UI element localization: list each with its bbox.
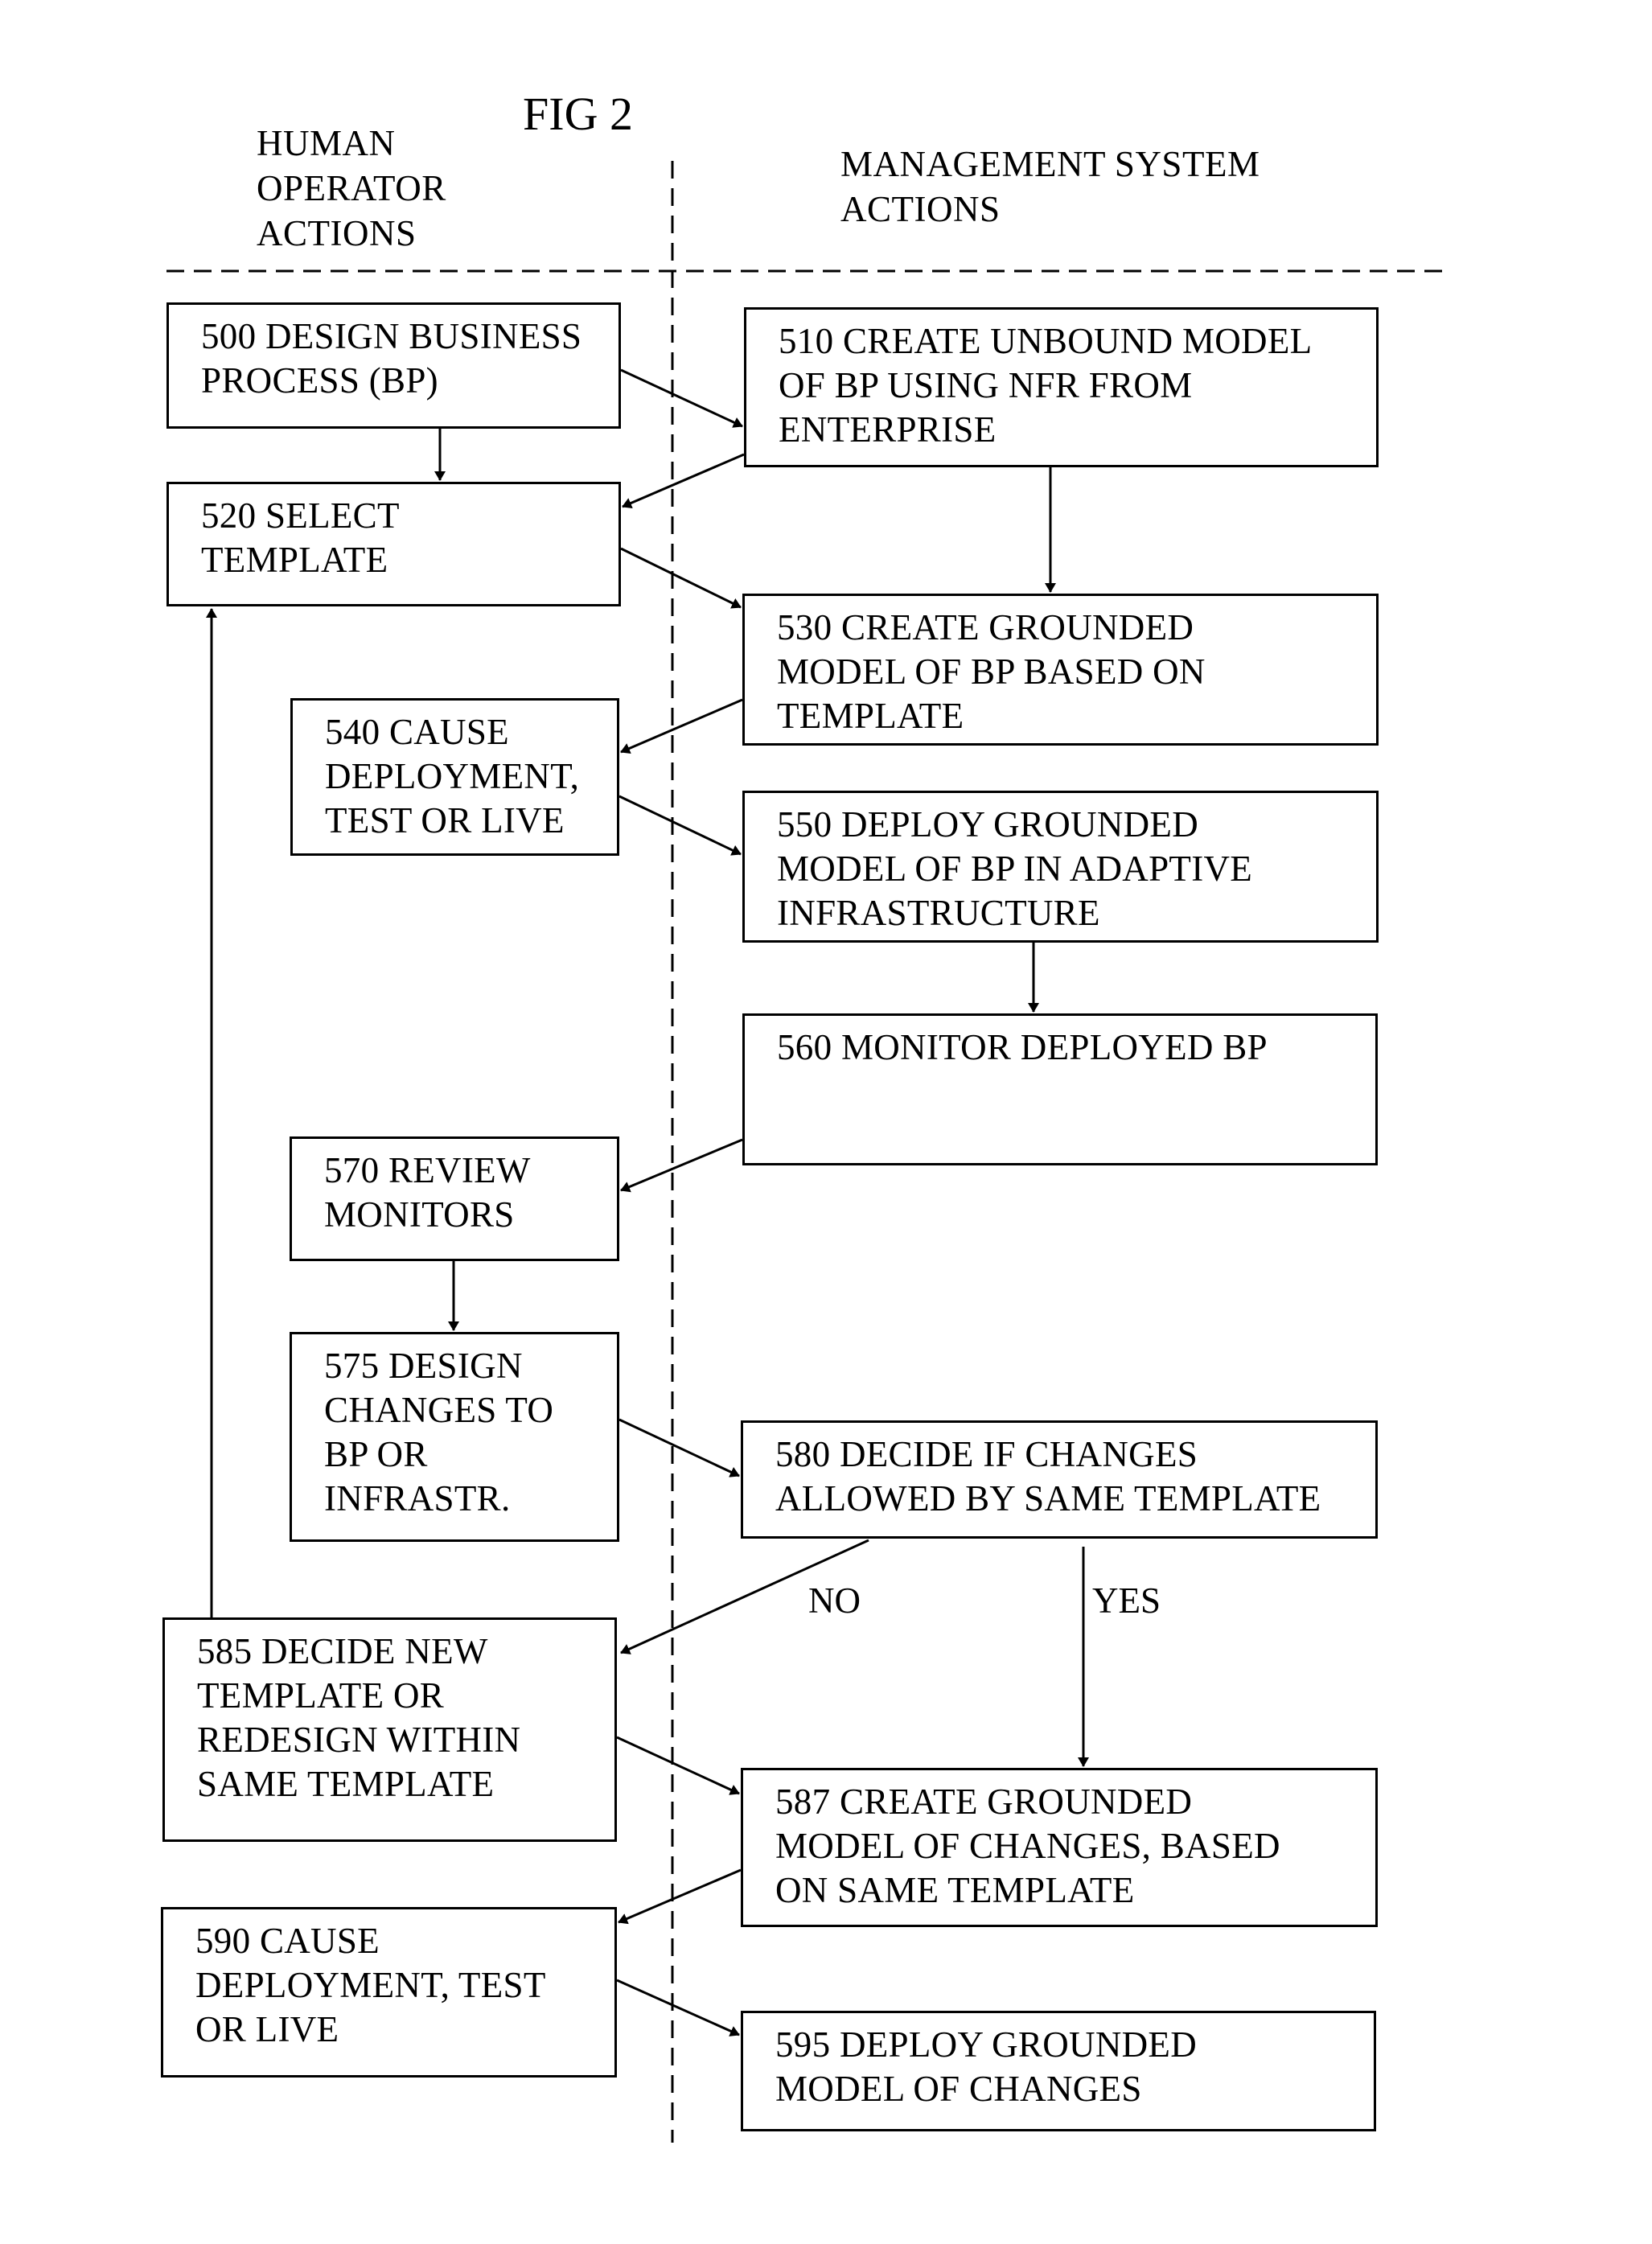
process-box-595: 595 DEPLOY GROUNDED MODEL OF CHANGES: [741, 2011, 1376, 2131]
process-box-label: 540 CAUSE DEPLOYMENT, TEST OR LIVE: [325, 712, 580, 840]
process-box-label: 595 DEPLOY GROUNDED MODEL OF CHANGES: [775, 2024, 1198, 2109]
arrow-500-to-510: [620, 368, 743, 428]
process-box-label: 585 DECIDE NEW TEMPLATE OR REDESIGN WITH…: [197, 1631, 521, 1804]
process-box-label: 590 CAUSE DEPLOYMENT, TEST OR LIVE: [195, 1921, 546, 2049]
process-box-label: 520 SELECT TEMPLATE: [201, 495, 400, 580]
process-box-520: 520 SELECT TEMPLATE: [166, 482, 621, 606]
process-box-label: 580 DECIDE IF CHANGES ALLOWED BY SAME TE…: [775, 1434, 1321, 1519]
process-box-585: 585 DECIDE NEW TEMPLATE OR REDESIGN WITH…: [162, 1617, 617, 1842]
arrow-585-to-587: [616, 1736, 740, 1795]
process-box-587: 587 CREATE GROUNDED MODEL OF CHANGES, BA…: [741, 1768, 1378, 1927]
process-box-580: 580 DECIDE IF CHANGES ALLOWED BY SAME TE…: [741, 1420, 1378, 1539]
arrow-560-to-570: [620, 1138, 743, 1193]
process-box-label: 500 DESIGN BUSINESS PROCESS (BP): [201, 316, 582, 401]
process-box-530: 530 CREATE GROUNDED MODEL OF BP BASED ON…: [742, 594, 1379, 746]
arrow-587-to-590: [618, 1868, 742, 1925]
process-box-label: 550 DEPLOY GROUNDED MODEL OF BP IN ADAPT…: [777, 804, 1253, 933]
process-box-570: 570 REVIEW MONITORS: [290, 1136, 619, 1261]
edge-label-yes: YES: [1092, 1580, 1161, 1621]
arrow-510-to-520: [622, 453, 745, 509]
process-box-label: 510 CREATE UNBOUND MODEL OF BP USING NFR…: [779, 321, 1313, 450]
arrow-520-to-530: [620, 547, 742, 609]
edge-label-no: NO: [808, 1580, 861, 1621]
arrow-540-to-550: [618, 795, 742, 856]
arrow-590-to-595: [616, 1979, 740, 2036]
process-box-560: 560 MONITOR DEPLOYED BP: [742, 1013, 1378, 1165]
process-box-590: 590 CAUSE DEPLOYMENT, TEST OR LIVE: [161, 1907, 617, 2078]
lane-header-management-system: MANAGEMENT SYSTEM ACTIONS: [840, 144, 1260, 229]
process-box-label: 575 DESIGN CHANGES TO BP OR INFRASTR.: [324, 1346, 554, 1519]
process-box-label: 587 CREATE GROUNDED MODEL OF CHANGES, BA…: [775, 1782, 1280, 1910]
arrow-530-to-540: [620, 698, 743, 754]
process-box-label: 530 CREATE GROUNDED MODEL OF BP BASED ON…: [777, 607, 1206, 736]
process-box-550: 550 DEPLOY GROUNDED MODEL OF BP IN ADAPT…: [742, 791, 1379, 943]
process-box-label: 570 REVIEW MONITORS: [324, 1150, 531, 1235]
process-box-510: 510 CREATE UNBOUND MODEL OF BP USING NFR…: [744, 307, 1379, 467]
process-box-575: 575 DESIGN CHANGES TO BP OR INFRASTR.: [290, 1332, 619, 1542]
process-box-500: 500 DESIGN BUSINESS PROCESS (BP): [166, 302, 621, 429]
figure-title: FIG 2: [523, 88, 633, 140]
arrow-575-to-580: [618, 1418, 740, 1478]
process-box-540: 540 CAUSE DEPLOYMENT, TEST OR LIVE: [290, 698, 619, 856]
process-box-label: 560 MONITOR DEPLOYED BP: [777, 1027, 1268, 1067]
lane-header-human-operator: HUMAN OPERATOR ACTIONS: [257, 123, 446, 253]
